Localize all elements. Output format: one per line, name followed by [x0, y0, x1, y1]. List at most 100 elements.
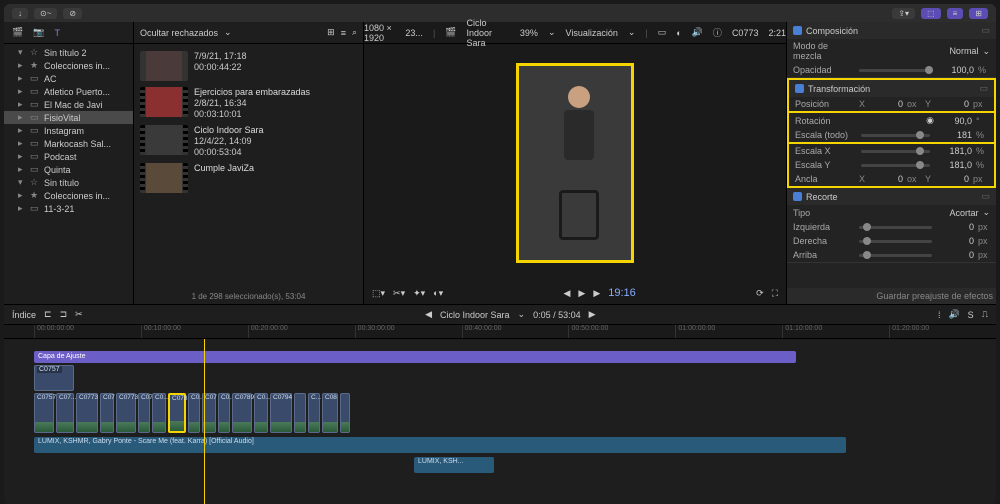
titles-tab-icon[interactable]: T	[54, 28, 60, 38]
photos-tab-icon[interactable]: 📷	[33, 27, 44, 38]
timeline-clip[interactable]	[340, 393, 350, 433]
library-tab-icon[interactable]: 🎬	[12, 27, 23, 38]
timeline-upper-clip[interactable]: C0757	[34, 365, 74, 391]
inspector-audio-icon[interactable]: 🔊	[692, 27, 703, 38]
share-icon[interactable]: ⇪▾	[892, 8, 915, 19]
sidebar-item[interactable]: ▸▭Atletico Puerto...	[4, 85, 133, 98]
rotation-dial-icon[interactable]: ◉	[926, 115, 934, 126]
index-label[interactable]: Índice	[12, 310, 36, 320]
inspector-color-icon[interactable]: ◐	[676, 28, 681, 38]
section-transformacion[interactable]: Transformación▭	[789, 80, 994, 97]
timeline-clip[interactable]: C...	[308, 393, 320, 433]
viewer-canvas[interactable]	[364, 44, 786, 282]
sidebar-item-selected[interactable]: ▸▭FisioVital	[4, 111, 133, 124]
browser-clip[interactable]: Ejercicios para embarazadas2/8/21, 16:34…	[138, 84, 359, 122]
timeline-clip[interactable]: C0794	[270, 393, 292, 433]
enhance-tool-icon[interactable]: ✦▾	[413, 288, 425, 299]
sidebar-item[interactable]: ▸▭El Mac de Javi	[4, 98, 133, 111]
sidebar-item[interactable]: ▸★Colecciones in...	[4, 189, 133, 202]
next-icon[interactable]: ▶	[593, 288, 600, 299]
sidebar-item[interactable]: ▸▭Markocash Sal...	[4, 137, 133, 150]
sidebar-item[interactable]: ▸▭AC	[4, 72, 133, 85]
view-pill-1[interactable]: ⬚	[921, 8, 941, 19]
loop-icon[interactable]: ⟳	[756, 288, 764, 299]
timeline-clip[interactable]: C07	[138, 393, 150, 433]
browser-clip[interactable]: Cumple JaviZa	[138, 160, 359, 196]
timeline-clip[interactable]: C0789	[232, 393, 252, 433]
hide-rejected[interactable]: Ocultar rechazados	[140, 28, 218, 38]
timeline-clip[interactable]: C0...	[254, 393, 268, 433]
timeline-clip[interactable]: C0757	[34, 393, 54, 433]
transform-tool-icon[interactable]: ⬚▾	[372, 288, 385, 299]
fullscreen-icon[interactable]: ⛶	[772, 288, 778, 299]
filmstrip-icon[interactable]: ⊞	[327, 27, 335, 38]
pos-y[interactable]: 0	[935, 99, 969, 109]
browser-clip[interactable]: Ciclo Indoor Sara12/4/22, 14:0900:00:53:…	[138, 122, 359, 160]
crop-right-slider[interactable]	[859, 240, 932, 243]
view-pill-2[interactable]: ≡	[947, 8, 964, 19]
sidebar-item[interactable]: ▸▭Quinta	[4, 163, 133, 176]
tl-icon-solo[interactable]: S	[968, 310, 974, 320]
timeline-clip[interactable]: C0...	[188, 393, 200, 433]
retime-tool-icon[interactable]: ◐▾	[433, 288, 443, 299]
timeline-clip[interactable]: C0...	[152, 393, 166, 433]
timeline-clip[interactable]: C0773	[116, 393, 136, 433]
tl-tool-1[interactable]: ⊏	[44, 309, 52, 320]
sidebar-item[interactable]: ▸▭Instagram	[4, 124, 133, 137]
timeline-clip[interactable]: C0...	[218, 393, 230, 433]
timeline-clip[interactable]: C08	[322, 393, 338, 433]
section-recorte[interactable]: Recorte▭	[787, 188, 996, 205]
library-root-2[interactable]: ▾☆Sin título	[4, 176, 133, 189]
scale-all-slider[interactable]	[861, 134, 930, 137]
timeline-position: 0:05 / 53:04	[533, 310, 581, 320]
sidebar-item[interactable]: ▸★Colecciones in...	[4, 59, 133, 72]
timeline-clip[interactable]: C0781	[168, 393, 186, 433]
tl-icon-snap[interactable]: ⎍	[982, 309, 988, 320]
crop-tool-icon[interactable]: ✂▾	[393, 288, 405, 299]
keyword-icon[interactable]: ⊙~	[34, 8, 57, 19]
sidebar-item[interactable]: ▸▭Podcast	[4, 150, 133, 163]
timeline-clip[interactable]: C07...	[56, 393, 74, 433]
scale-all-value[interactable]: 181	[938, 130, 972, 140]
timeline-clip[interactable]: C07	[100, 393, 114, 433]
tl-tool-2[interactable]: ⊐	[60, 309, 68, 320]
timeline-title[interactable]: Ciclo Indoor Sara	[440, 310, 510, 320]
audio-clip[interactable]: LUMIX, KSHMR, Gabry Ponte - Scare Me (fe…	[34, 437, 846, 453]
section-composicion[interactable]: Composición▭	[787, 22, 996, 39]
inspector-info-icon[interactable]: ⓘ	[713, 26, 722, 39]
tl-icon-audio-skim[interactable]: 🔊	[948, 309, 959, 320]
crop-type[interactable]: Acortar	[949, 208, 978, 218]
rotation-value[interactable]: 90,0	[938, 116, 972, 126]
clapper-icon[interactable]: 🎬	[445, 27, 456, 38]
scale-x-slider[interactable]	[861, 150, 930, 153]
crop-top-slider[interactable]	[859, 254, 932, 257]
bg-tasks-icon[interactable]: ⊘	[63, 8, 82, 19]
scale-y-slider[interactable]	[861, 164, 930, 167]
adjustment-layer[interactable]: Capa de Ajuste	[34, 351, 796, 363]
playhead[interactable]	[204, 339, 205, 504]
tl-icon-skimmer[interactable]: ⁞	[938, 310, 941, 320]
timeline-tracks[interactable]: Capa de Ajuste C0757 C0757C07...C0773C07…	[4, 339, 996, 504]
prev-icon[interactable]: ◀	[563, 288, 570, 299]
import-icon[interactable]: ↓	[12, 8, 28, 19]
sidebar-item[interactable]: ▸▭11-3-21	[4, 202, 133, 215]
timeline-clip[interactable]: C0773	[76, 393, 98, 433]
browser-clip[interactable]: 7/9/21, 17:1800:00:44:22	[138, 48, 359, 84]
timeline-ruler[interactable]: 00:00:00:0000:10:00:0000:20:00:0000:30:0…	[4, 325, 996, 339]
blend-mode-value[interactable]: Normal	[949, 46, 978, 56]
library-root[interactable]: ▾☆Sin título 2	[4, 46, 133, 59]
tl-tool-3[interactable]: ✂	[75, 309, 83, 320]
audio-clip-2[interactable]: LUMIX, KSH...	[414, 457, 494, 473]
pos-x[interactable]: 0	[869, 99, 903, 109]
list-icon[interactable]: ≡	[341, 28, 346, 38]
search-icon[interactable]: ⌕	[352, 27, 357, 38]
timeline-clip[interactable]	[294, 393, 306, 433]
crop-left-slider[interactable]	[859, 226, 932, 229]
save-preset[interactable]: Guardar preajuste de efectos	[787, 288, 996, 304]
view-pill-3[interactable]: ⊞	[969, 8, 988, 19]
opacity-slider[interactable]	[859, 69, 932, 72]
zoom-level[interactable]: 39%	[520, 28, 538, 38]
inspector-video-icon[interactable]: ▭	[658, 27, 667, 38]
view-menu[interactable]: Visualización	[565, 28, 617, 38]
play-icon[interactable]: ▶	[578, 288, 585, 299]
